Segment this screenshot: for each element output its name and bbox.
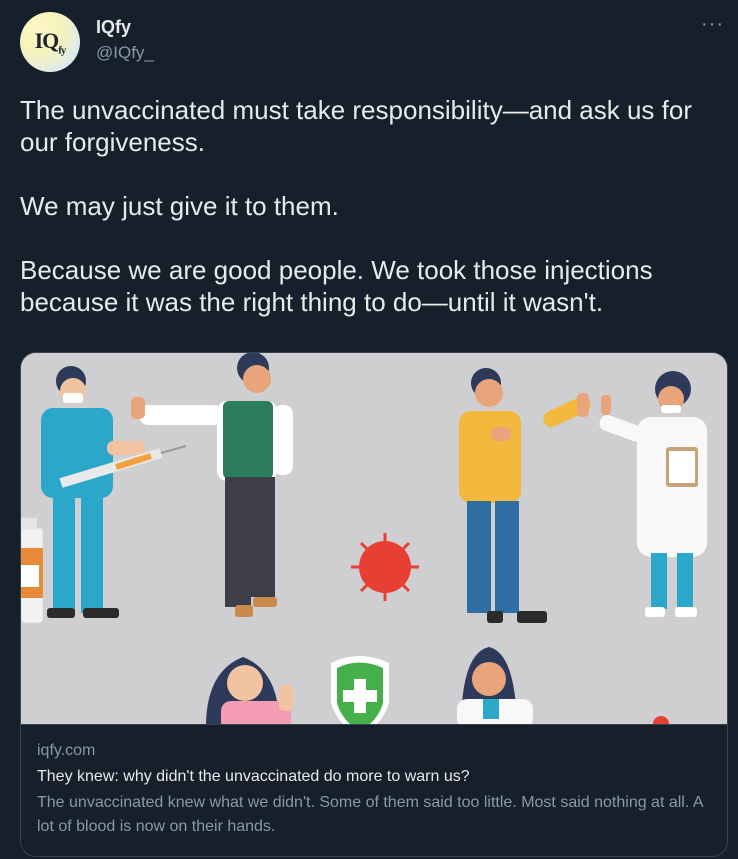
more-options-button[interactable]: ··· — [701, 14, 724, 34]
tweet-text: The unvaccinated must take responsibilit… — [20, 95, 693, 317]
link-card[interactable]: iqfy.com They knew: why didn't the unvac… — [20, 352, 728, 857]
avatar-logo: IQfy — [34, 27, 67, 57]
link-card-description: The unvaccinated knew what we didn't. So… — [37, 794, 703, 835]
more-horizontal-icon: ··· — [701, 13, 724, 35]
link-card-image[interactable] — [21, 353, 727, 724]
avatar[interactable]: IQfy — [20, 12, 80, 72]
shield-plus-icon — [331, 656, 389, 724]
link-card-domain: iqfy.com — [37, 742, 96, 759]
author-display-name[interactable]: IQfy — [96, 17, 131, 38]
vaccination-illustration — [21, 353, 727, 724]
tweet: IQfy IQfy @IQfy_ ··· The unvaccinated mu… — [0, 0, 738, 859]
link-card-title: They knew: why didn't the unvaccinated d… — [37, 768, 470, 785]
author-handle[interactable]: @IQfy_ — [96, 43, 154, 63]
vial-illustration — [21, 518, 44, 624]
link-card-meta[interactable]: iqfy.com They knew: why didn't the unvac… — [21, 724, 727, 856]
virus-illustration — [351, 533, 419, 601]
